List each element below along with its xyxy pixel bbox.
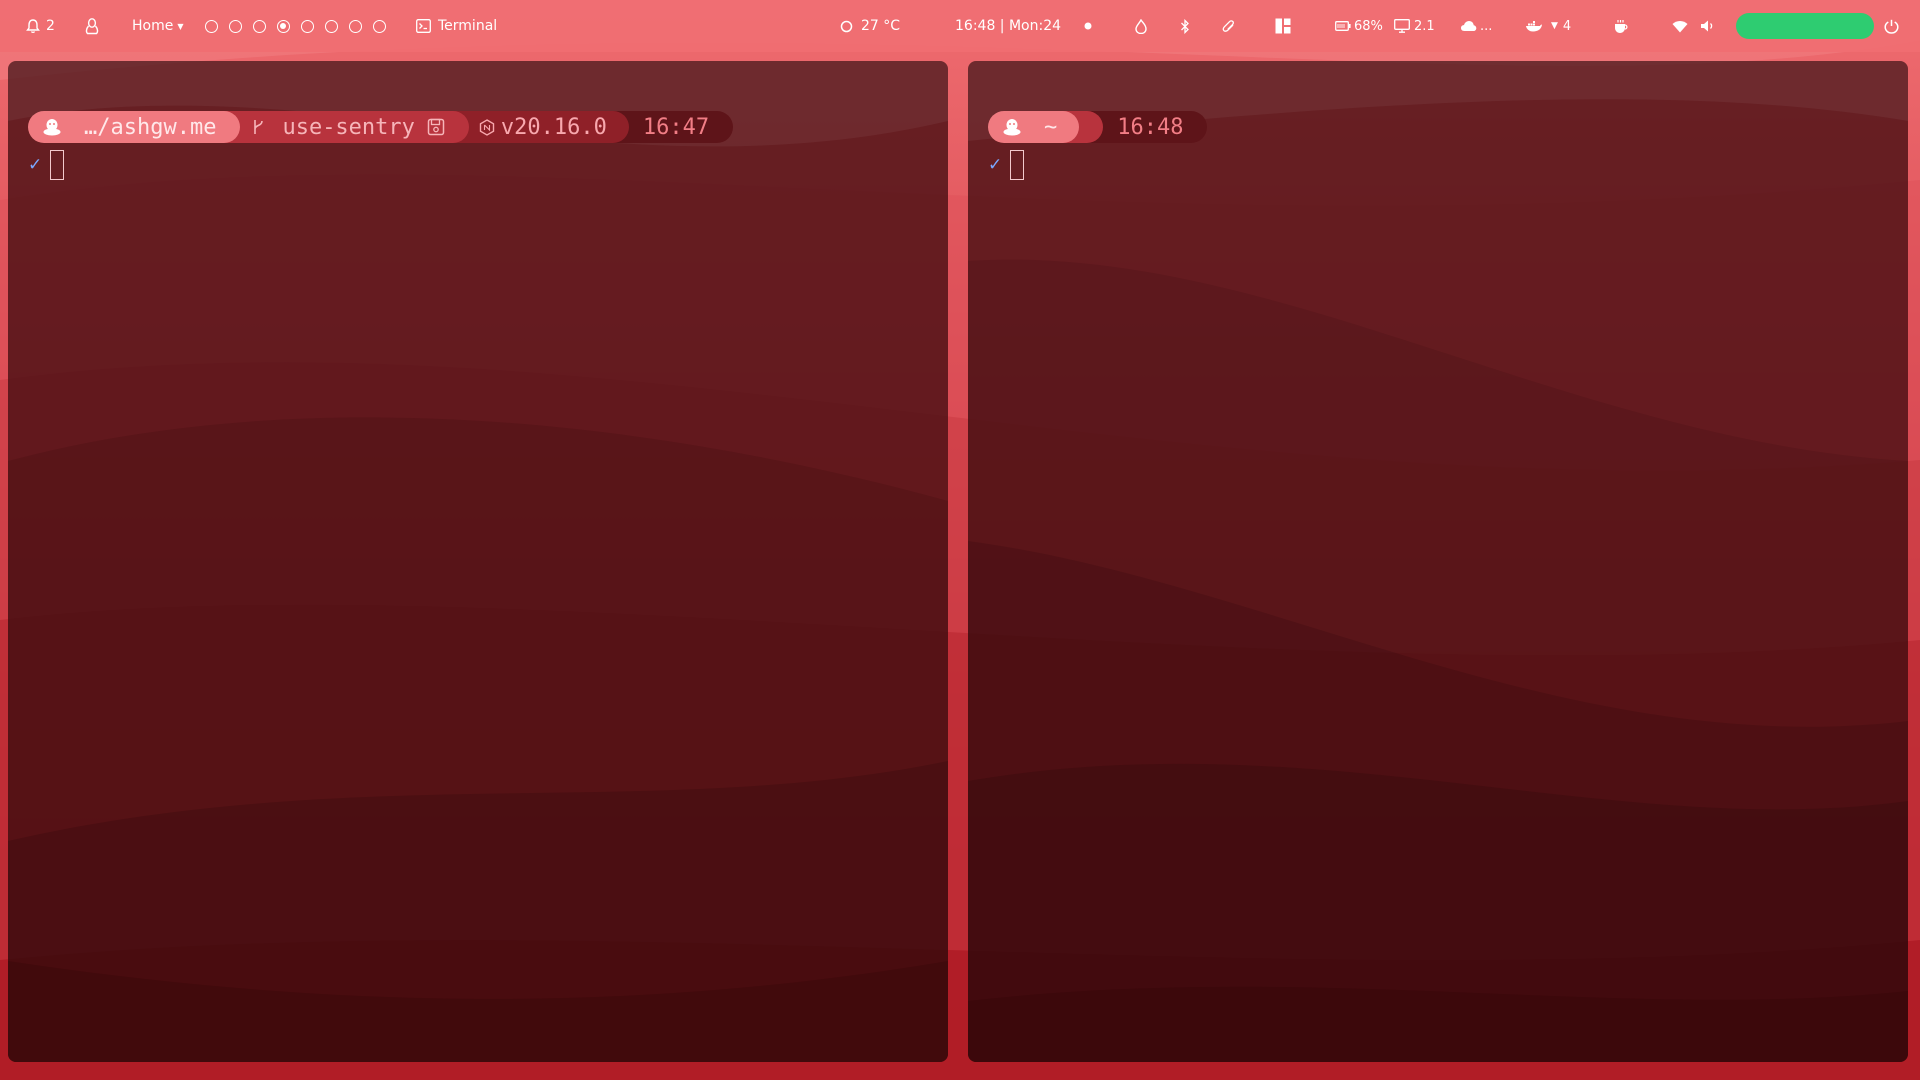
- git-branch: use-sentry: [282, 114, 415, 140]
- linux-icon: [43, 119, 61, 136]
- fire-icon: [1135, 18, 1147, 34]
- workspace-switcher: [205, 0, 397, 52]
- workspace-7[interactable]: [349, 19, 362, 33]
- coffee-icon: [1615, 19, 1628, 33]
- prompt-line: ~ 16:48: [988, 111, 1208, 143]
- bluetooth-icon: [1181, 18, 1189, 34]
- distro-menu-button[interactable]: [84, 0, 100, 52]
- temperature: 27 °C: [861, 18, 901, 34]
- check-icon: ✓: [988, 155, 1003, 175]
- battery-widget[interactable]: 68%: [1335, 0, 1383, 52]
- cloud-icon: [1461, 21, 1477, 31]
- active-window-title[interactable]: Terminal: [416, 0, 497, 52]
- notifications-button[interactable]: 2: [26, 0, 55, 52]
- linux-icon: [1003, 119, 1021, 136]
- workspace-5[interactable]: [301, 19, 314, 33]
- docker-icon: [1526, 21, 1542, 32]
- battery-icon: [1335, 21, 1351, 31]
- datetime: 16:48 | Mon:24: [955, 18, 1062, 34]
- terminal-pane-right[interactable]: ~ 16:48 ✓: [968, 61, 1908, 1062]
- prompt-time-segment: 16:47: [612, 111, 734, 143]
- pane-wave-shading: [8, 61, 948, 1062]
- layout-button[interactable]: [1275, 0, 1291, 52]
- prompt-os-segment: [988, 111, 1032, 143]
- prompt-time: 16:48: [1117, 114, 1184, 140]
- prompt-time-segment: 16:48: [1087, 111, 1208, 143]
- record-dot-icon: [1084, 22, 1092, 30]
- monitor-icon: [1394, 19, 1410, 33]
- volume-button[interactable]: [1700, 0, 1716, 52]
- prompt-time: 16:47: [642, 114, 710, 140]
- active-window-label: Terminal: [438, 18, 498, 34]
- terminal-icon: [416, 19, 431, 33]
- prompt-node-segment: v20.16.0: [452, 111, 629, 143]
- status-toggle[interactable]: [1736, 13, 1874, 39]
- save-icon: [427, 118, 445, 136]
- volume-icon: [1701, 20, 1713, 32]
- check-icon: ✓: [28, 155, 43, 175]
- chevron-down-icon: ▼: [177, 21, 184, 31]
- clock-widget[interactable]: 16:48 | Mon:24: [955, 0, 1061, 52]
- top-status-bar: 2 Home ▼ Terminal 27 °C 16:48 | Mon:24 6…: [0, 0, 1920, 52]
- clipboard-button[interactable]: [1222, 0, 1236, 52]
- notification-count: 2: [46, 18, 55, 34]
- coffee-button[interactable]: [1613, 0, 1629, 52]
- layout-icon: [1275, 18, 1291, 34]
- power-icon: [1884, 19, 1899, 34]
- record-indicator[interactable]: [1084, 0, 1092, 52]
- pane-wave-shading: [968, 61, 1908, 1062]
- workspace-3[interactable]: [253, 19, 266, 33]
- input-line[interactable]: ✓: [988, 149, 1024, 181]
- wifi-button[interactable]: [1672, 0, 1688, 52]
- docker-widget[interactable]: ▼ 4: [1525, 0, 1571, 52]
- current-path: …/ashgw.me: [84, 114, 217, 140]
- bell-icon: [26, 18, 40, 33]
- home-menu-button[interactable]: Home ▼: [132, 0, 184, 52]
- linux-icon: [85, 18, 99, 35]
- paperclip-icon: [1222, 19, 1234, 32]
- monitor-widget[interactable]: 2.1: [1394, 0, 1435, 52]
- text-cursor: [50, 150, 64, 180]
- monitor-value: 2.1: [1414, 18, 1435, 34]
- cloud-widget[interactable]: ...: [1460, 0, 1492, 52]
- weather-icon: [840, 20, 853, 32]
- weather-widget[interactable]: 27 °C: [840, 0, 900, 52]
- prompt-path-segment: ~: [1032, 111, 1080, 143]
- power-button[interactable]: [1884, 0, 1899, 52]
- workspace-1[interactable]: [205, 19, 218, 33]
- prompt-path-segment: …/ashgw.me: [72, 111, 241, 143]
- git-branch-icon: [254, 120, 264, 134]
- terminal-pane-left[interactable]: …/ashgw.me use-sentry v20.16.0 16:47 ✓: [8, 61, 948, 1062]
- node-version: v20.16.0: [500, 114, 607, 140]
- current-path: ~: [1044, 114, 1058, 140]
- prompt-line: …/ashgw.me use-sentry v20.16.0 16:47: [28, 111, 734, 143]
- cloud-status: ...: [1480, 18, 1493, 34]
- input-line[interactable]: ✓: [28, 149, 64, 181]
- prompt-git-segment: use-sentry: [224, 111, 469, 143]
- nodejs-icon: [479, 118, 495, 136]
- workspace-6[interactable]: [325, 19, 338, 33]
- caret-down-icon: ▼: [1551, 21, 1558, 31]
- wifi-icon: [1672, 20, 1688, 32]
- fire-button[interactable]: [1134, 0, 1148, 52]
- docker-count: 4: [1562, 18, 1572, 34]
- workspace-4[interactable]: [277, 19, 290, 33]
- workspace-8[interactable]: [373, 19, 386, 33]
- battery-percent: 68%: [1354, 18, 1383, 34]
- workspace-2[interactable]: [229, 19, 242, 33]
- home-label: Home: [132, 18, 174, 34]
- bluetooth-button[interactable]: [1180, 0, 1190, 52]
- prompt-os-segment: [28, 111, 72, 143]
- text-cursor: [1010, 150, 1024, 180]
